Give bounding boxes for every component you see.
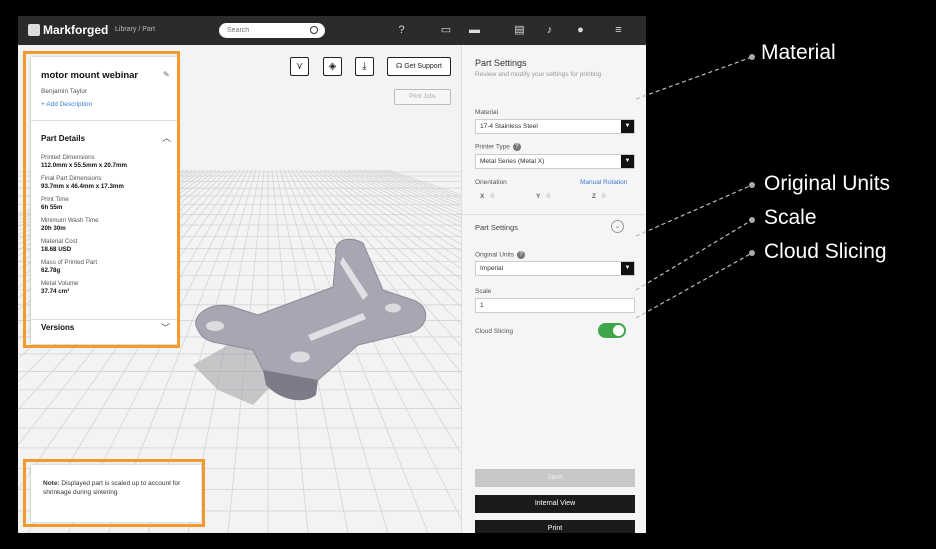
stage: Markforged Library / Part ? ▭ ▬ ▤ ♪ ● ≡ [0,0,936,549]
callout-lines [635,54,755,319]
callout-scale: Scale [764,206,817,229]
callout-cloud-slicing: Cloud Slicing [764,240,887,263]
callout-material: Material [761,41,836,64]
callout-original-units: Original Units [764,172,891,195]
